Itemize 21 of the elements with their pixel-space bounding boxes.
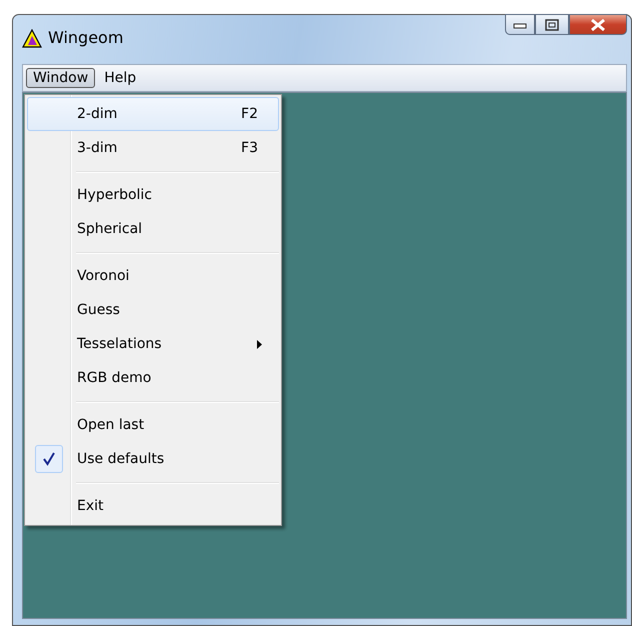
maximize-button[interactable] — [535, 14, 569, 35]
menu-item[interactable]: Exit — [27, 489, 279, 523]
close-icon — [590, 18, 606, 32]
menu-item[interactable]: Hyperbolic — [27, 178, 279, 212]
minimize-icon — [513, 20, 527, 28]
close-button[interactable] — [569, 14, 627, 35]
menu-bar-item[interactable]: Help — [97, 68, 144, 88]
window-title: Wingeom — [48, 28, 124, 47]
menu-item[interactable]: Spherical — [27, 212, 279, 246]
maximize-icon — [545, 18, 559, 30]
menu-item[interactable]: Voronoi — [27, 259, 279, 293]
menu-item[interactable]: Open last — [27, 408, 279, 442]
menu-item[interactable]: 2-dim F2 — [27, 97, 279, 131]
triangle-icon — [22, 29, 42, 49]
menu-item[interactable]: Use defaults — [27, 442, 279, 476]
menu-item[interactable]: Guess — [27, 293, 279, 327]
menu-item[interactable]: 3-dim F3 — [27, 131, 279, 165]
menu-item[interactable]: RGB demo — [27, 361, 279, 395]
menu-item[interactable]: Tesselations — [27, 327, 279, 361]
menu-bar-item[interactable]: Window — [26, 68, 96, 88]
minimize-button[interactable] — [505, 14, 535, 35]
